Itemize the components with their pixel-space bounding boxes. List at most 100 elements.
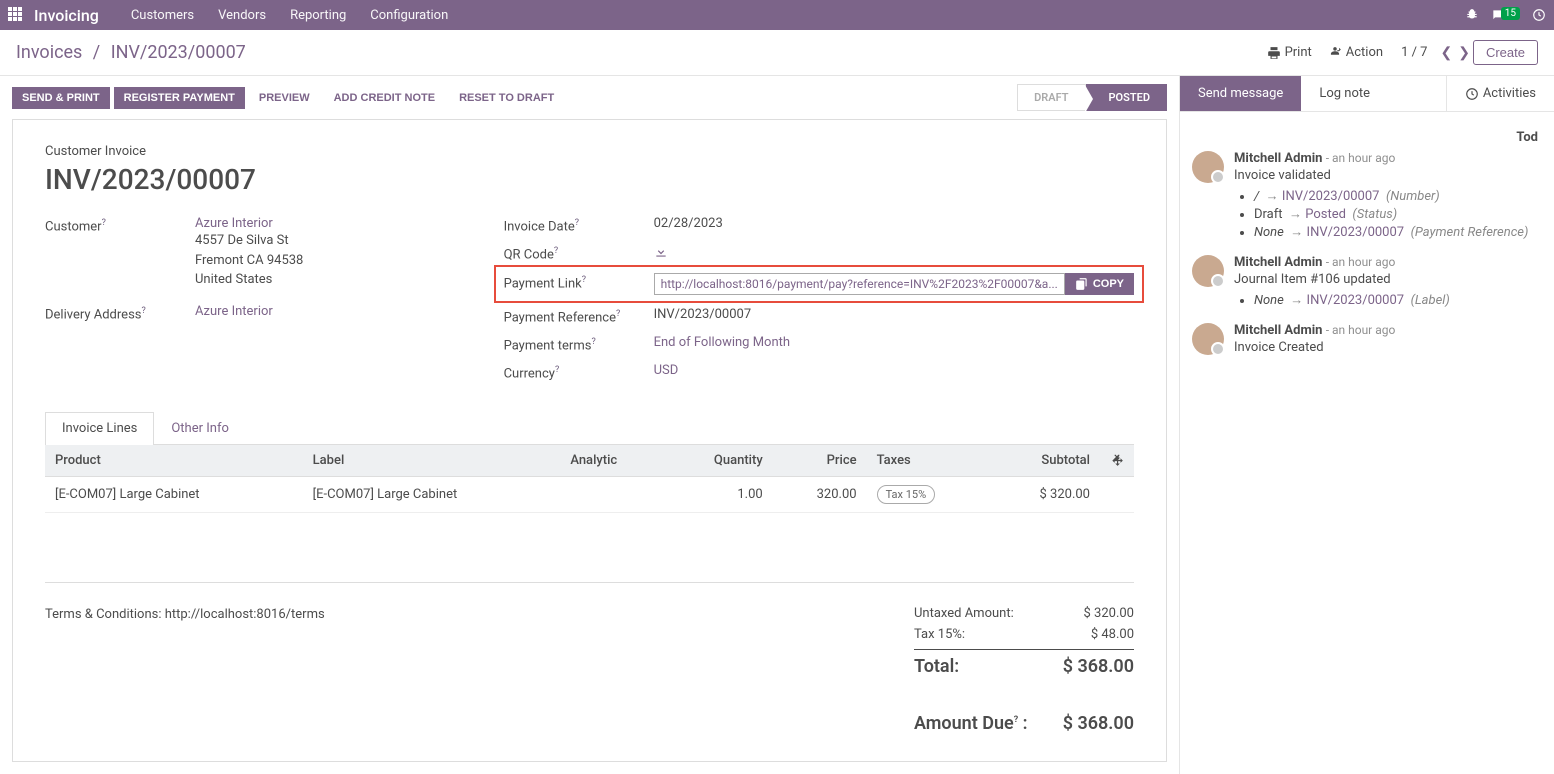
- avatar[interactable]: [1192, 255, 1224, 287]
- status-posted[interactable]: POSTED: [1086, 84, 1168, 111]
- apps-icon[interactable]: [8, 7, 24, 23]
- invoice-title: INV/2023/00007: [45, 163, 1134, 196]
- app-brand[interactable]: Invoicing: [34, 6, 99, 25]
- payment-terms-link[interactable]: End of Following Month: [654, 335, 790, 350]
- msg-author[interactable]: Mitchell Admin: [1234, 151, 1322, 166]
- customer-address: 4557 De Silva St Fremont CA 94538 United…: [195, 231, 464, 290]
- payment-link-input[interactable]: http://localhost:8016/payment/pay?refere…: [654, 273, 1065, 295]
- copy-button[interactable]: COPY: [1065, 273, 1134, 295]
- activities-tab[interactable]: Activities: [1446, 76, 1554, 111]
- tab-invoice-lines[interactable]: Invoice Lines: [45, 412, 154, 445]
- cell-quantity: 1.00: [665, 476, 773, 512]
- nav-customers[interactable]: Customers: [119, 8, 206, 23]
- th-product[interactable]: Product: [45, 445, 303, 477]
- label-invoice-date: Invoice Date?: [504, 216, 654, 234]
- cell-label: [E-COM07] Large Cabinet: [303, 476, 561, 512]
- total-value: $ 368.00: [1063, 656, 1134, 677]
- customer-link[interactable]: Azure Interior: [195, 216, 273, 231]
- cell-product: [E-COM07] Large Cabinet: [45, 476, 303, 512]
- delivery-link[interactable]: Azure Interior: [195, 304, 273, 319]
- cell-taxes: Tax 15%: [867, 476, 990, 512]
- status-draft[interactable]: DRAFT: [1017, 84, 1085, 111]
- log-note-tab[interactable]: Log note: [1301, 76, 1388, 111]
- nav-configuration[interactable]: Configuration: [358, 8, 460, 23]
- label-payment-ref: Payment Reference?: [504, 307, 654, 325]
- untaxed-label: Untaxed Amount:: [914, 606, 1014, 621]
- th-label[interactable]: Label: [303, 445, 561, 477]
- currency-link[interactable]: USD: [654, 363, 679, 378]
- label-qr-code: QR Code?: [504, 244, 654, 262]
- terms-text: Terms & Conditions: http://localhost:801…: [45, 603, 914, 737]
- control-bar: Invoices / INV/2023/00007 Print Action 1…: [0, 30, 1554, 76]
- payment-link-highlight: Payment Link? http://localhost:8016/paym…: [494, 265, 1144, 303]
- cell-analytic: [560, 476, 665, 512]
- th-subtotal[interactable]: Subtotal: [990, 445, 1100, 477]
- chat-icon[interactable]: 15: [1491, 8, 1520, 23]
- pager-next-icon[interactable]: ❯: [1458, 45, 1470, 61]
- form-sheet: Customer Invoice INV/2023/00007 Customer…: [12, 119, 1167, 762]
- tax-label: Tax 15%:: [914, 627, 965, 642]
- chatter-panel: Send message Log note Activities Tod Mit…: [1179, 76, 1554, 774]
- label-payment-terms: Payment terms?: [504, 335, 654, 353]
- top-nav: Invoicing Customers Vendors Reporting Co…: [0, 0, 1554, 30]
- chat-badge: 15: [1501, 7, 1520, 20]
- label-customer: Customer?: [45, 216, 195, 234]
- th-options-icon[interactable]: [1100, 445, 1134, 477]
- label-delivery: Delivery Address?: [45, 304, 195, 322]
- send-print-button[interactable]: SEND & PRINT: [12, 87, 110, 109]
- pager-counter: 1 / 7: [1401, 45, 1427, 60]
- label-currency: Currency?: [504, 363, 654, 381]
- add-credit-note-button[interactable]: ADD CREDIT NOTE: [324, 87, 445, 109]
- untaxed-value: $ 320.00: [1084, 606, 1135, 621]
- download-icon[interactable]: [654, 244, 668, 259]
- status-bar: DRAFT POSTED: [1017, 84, 1167, 111]
- create-button[interactable]: Create: [1473, 40, 1538, 65]
- value-payment-ref: INV/2023/00007: [654, 307, 1134, 322]
- print-button[interactable]: Print: [1267, 45, 1312, 60]
- nav-vendors[interactable]: Vendors: [206, 8, 278, 23]
- msg-time: - an hour ago: [1326, 255, 1396, 269]
- msg-text: Invoice validated: [1234, 168, 1542, 183]
- msg-author[interactable]: Mitchell Admin: [1234, 323, 1322, 338]
- due-label: Amount Due? :: [914, 713, 1028, 734]
- msg-text: Invoice Created: [1234, 340, 1542, 355]
- pager-prev-icon[interactable]: ❮: [1441, 45, 1453, 61]
- avatar[interactable]: [1192, 323, 1224, 355]
- msg-author[interactable]: Mitchell Admin: [1234, 255, 1322, 270]
- th-analytic[interactable]: Analytic: [560, 445, 665, 477]
- invoice-lines-table: Product Label Analytic Quantity Price Ta…: [45, 445, 1134, 513]
- tax-value: $ 48.00: [1091, 627, 1134, 642]
- bug-icon[interactable]: [1465, 8, 1479, 23]
- breadcrumb: Invoices / INV/2023/00007: [16, 42, 246, 63]
- register-payment-button[interactable]: REGISTER PAYMENT: [114, 87, 245, 109]
- chat-day-label: Tod: [1192, 124, 1542, 151]
- total-label: Total:: [914, 656, 959, 677]
- th-taxes[interactable]: Taxes: [867, 445, 990, 477]
- due-value: $ 368.00: [1063, 713, 1134, 734]
- nav-reporting[interactable]: Reporting: [278, 8, 358, 23]
- clock-icon[interactable]: [1532, 8, 1546, 23]
- send-message-tab[interactable]: Send message: [1180, 76, 1301, 111]
- tab-other-info[interactable]: Other Info: [154, 412, 246, 444]
- breadcrumb-current: INV/2023/00007: [111, 42, 246, 63]
- chat-message: Mitchell Admin - an hour ago Invoice Cre…: [1192, 323, 1542, 355]
- value-invoice-date: 02/28/2023: [654, 216, 1134, 231]
- th-quantity[interactable]: Quantity: [665, 445, 773, 477]
- msg-text: Journal Item #106 updated: [1234, 272, 1542, 287]
- breadcrumb-root[interactable]: Invoices: [16, 42, 82, 63]
- totals-box: Untaxed Amount:$ 320.00 Tax 15%:$ 48.00 …: [914, 603, 1134, 737]
- empty-lines-area: [45, 513, 1134, 583]
- cell-subtotal: $ 320.00: [990, 476, 1100, 512]
- button-bar: SEND & PRINT REGISTER PAYMENT PREVIEW AD…: [0, 76, 1179, 119]
- avatar[interactable]: [1192, 151, 1224, 183]
- table-row[interactable]: [E-COM07] Large Cabinet [E-COM07] Large …: [45, 476, 1134, 512]
- label-payment-link: Payment Link?: [504, 273, 654, 291]
- action-button[interactable]: Action: [1328, 45, 1383, 60]
- reset-draft-button[interactable]: RESET TO DRAFT: [449, 87, 564, 109]
- th-price[interactable]: Price: [773, 445, 867, 477]
- msg-time: - an hour ago: [1326, 323, 1396, 337]
- preview-button[interactable]: PREVIEW: [249, 87, 320, 109]
- chat-message: Mitchell Admin - an hour ago Journal Ite…: [1192, 255, 1542, 309]
- cell-price: 320.00: [773, 476, 867, 512]
- msg-time: - an hour ago: [1326, 151, 1396, 165]
